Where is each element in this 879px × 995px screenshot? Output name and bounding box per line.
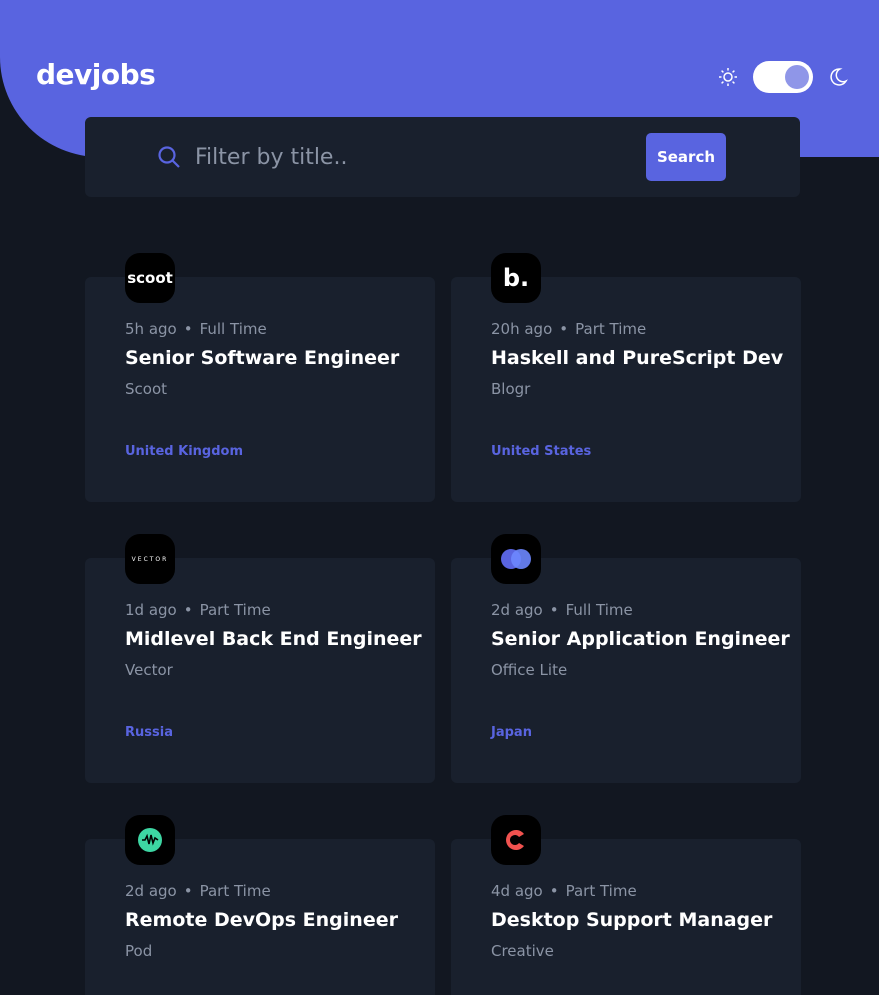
job-location: Japan: [491, 725, 532, 740]
moon-icon: [827, 66, 849, 88]
job-title[interactable]: Senior Software Engineer: [125, 347, 399, 369]
creative-logo-icon: [491, 815, 541, 865]
job-card[interactable]: 2d ago • Full Time Senior Application Engi…: [451, 534, 801, 783]
job-company: Creative: [491, 942, 554, 960]
job-meta: 2d ago • Part Time: [125, 882, 271, 900]
job-title[interactable]: Desktop Support Manager: [491, 909, 772, 931]
job-card[interactable]: 4d ago • Part Time Desktop Support Manager…: [451, 815, 801, 995]
search-icon: [157, 145, 181, 169]
company-logo: VECTOR: [125, 534, 175, 584]
job-company: Pod: [125, 942, 153, 960]
job-location: United Kingdom: [125, 444, 244, 459]
job-meta: 20h ago • Part Time: [491, 320, 647, 338]
search-input[interactable]: [195, 137, 615, 177]
toggle-knob: [785, 65, 809, 89]
search-bar: Search: [85, 117, 800, 197]
job-meta: 5h ago • Full Time: [125, 320, 267, 338]
job-title[interactable]: Senior Application Engineer: [491, 628, 790, 650]
job-card[interactable]: scoot 5h ago • Full Time Senior Software E…: [85, 253, 435, 502]
job-meta: 2d ago • Full Time: [491, 601, 633, 619]
job-company: Office Lite: [491, 661, 568, 679]
job-card[interactable]: 2d ago • Part Time Remote DevOps Engineer …: [85, 815, 435, 995]
search-button[interactable]: Search: [646, 133, 726, 181]
job-location: Russia: [125, 725, 173, 740]
office-lite-logo-icon: [491, 534, 541, 584]
theme-toggle[interactable]: [753, 61, 813, 93]
job-meta: 1d ago • Part Time: [125, 601, 271, 619]
pod-logo-icon: [125, 815, 175, 865]
company-logo: b.: [491, 253, 541, 303]
theme-switch: [717, 61, 849, 93]
job-title[interactable]: Remote DevOps Engineer: [125, 909, 398, 931]
job-title[interactable]: Midlevel Back End Engineer: [125, 628, 422, 650]
job-title[interactable]: Haskell and PureScript Dev: [491, 347, 783, 369]
job-meta: 4d ago • Part Time: [491, 882, 637, 900]
job-company: Vector: [125, 661, 173, 679]
app-logo[interactable]: devjobs: [36, 58, 156, 91]
job-card[interactable]: VECTOR 1d ago • Part Time Midlevel Back En…: [85, 534, 435, 783]
sun-icon: [717, 66, 739, 88]
job-company: Scoot: [125, 380, 168, 398]
job-card[interactable]: b. 20h ago • Part Time Haskell and PureScr…: [451, 253, 801, 502]
job-location: United States: [491, 444, 592, 459]
job-company: Blogr: [491, 380, 531, 398]
company-logo: scoot: [125, 253, 175, 303]
